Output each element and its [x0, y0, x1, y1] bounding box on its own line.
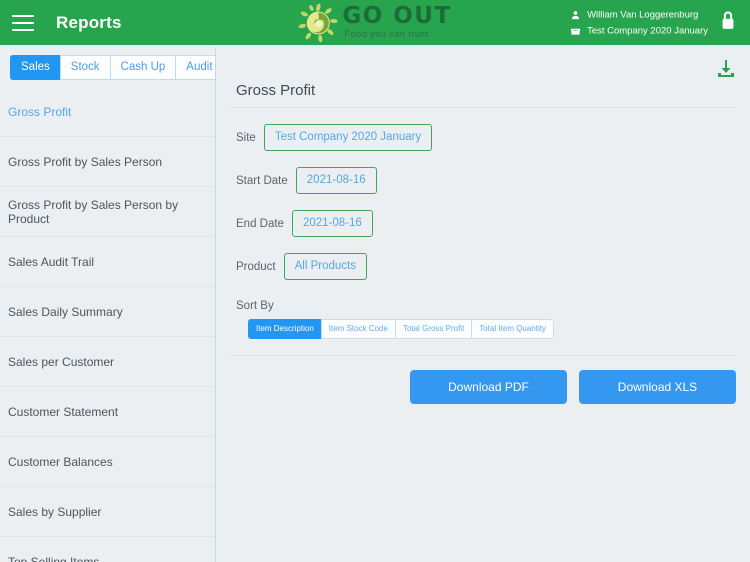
end-date-field[interactable]: 2021-08-16: [291, 210, 373, 237]
sort-option-item-description[interactable]: Item Description: [248, 319, 321, 339]
form-row-end-date: End Date 2021-08-16: [230, 210, 736, 237]
download-icon[interactable]: [714, 57, 738, 86]
sidebar-item-customer-statement[interactable]: Customer Statement: [0, 387, 215, 437]
form-row-product: Product All Products: [230, 253, 736, 280]
report-list: Gross Profit Gross Profit by Sales Perso…: [0, 87, 215, 562]
sort-option-item-stock-code[interactable]: Item Stock Code: [320, 319, 395, 339]
sidebar-item-sales-by-supplier[interactable]: Sales by Supplier: [0, 487, 215, 537]
company-row: Test Company 2020 January: [570, 25, 708, 36]
sort-option-total-gross-profit[interactable]: Total Gross Profit: [394, 319, 472, 339]
sidebar-item-gross-profit-by-sales-person-by-product[interactable]: Gross Profit by Sales Person by Product: [0, 187, 215, 237]
sidebar-item-gross-profit[interactable]: Gross Profit: [0, 87, 215, 137]
tab-audit[interactable]: Audit: [175, 55, 215, 80]
user-name-row: William Van Loggerenburg: [570, 9, 708, 20]
user-name: William Van Loggerenburg: [587, 9, 699, 20]
sidebar-item-customer-balances[interactable]: Customer Balances: [0, 437, 215, 487]
brand-tagline: Food you can trust: [344, 29, 429, 41]
user-icon: [571, 10, 580, 19]
content-panel: Gross Profit Site Test Company 2020 Janu…: [216, 47, 750, 562]
action-buttons: Download PDF Download XLS: [230, 370, 736, 404]
start-date-label: Start Date: [236, 174, 288, 187]
start-date-field[interactable]: 2021-08-16: [295, 167, 377, 194]
sidebar-item-sales-daily-summary[interactable]: Sales Daily Summary: [0, 287, 215, 337]
tab-stock[interactable]: Stock: [59, 55, 110, 80]
brand-name: GO OUT: [342, 3, 452, 30]
page-title: Reports: [56, 12, 122, 32]
lock-icon[interactable]: [718, 8, 738, 37]
company-name: Test Company 2020 January: [587, 25, 708, 36]
section-divider: [230, 355, 736, 356]
hamburger-icon[interactable]: [12, 14, 34, 31]
store-icon: [570, 28, 581, 35]
form-row-start-date: Start Date 2021-08-16: [230, 167, 736, 194]
product-label: Product: [236, 260, 276, 273]
sidebar-item-gross-profit-by-sales-person[interactable]: Gross Profit by Sales Person: [0, 137, 215, 187]
site-label: Site: [236, 131, 256, 144]
sort-by-label: Sort By: [236, 300, 274, 312]
app-header: Reports GO OUT Food you can trust Willia…: [0, 0, 750, 47]
brand-logo: GO OUT Food you can trust: [298, 3, 451, 43]
user-info: William Van Loggerenburg Test Company 20…: [570, 9, 708, 36]
body-wrapper: Sales Stock Cash Up Audit Gross Profit G…: [0, 47, 750, 562]
sidebar-item-sales-audit-trail[interactable]: Sales Audit Trail: [0, 237, 215, 287]
download-xls-button[interactable]: Download XLS: [579, 370, 736, 404]
tab-sales[interactable]: Sales: [10, 55, 60, 80]
panel-title: Gross Profit: [230, 47, 736, 108]
product-field[interactable]: All Products: [283, 253, 367, 280]
form-row-site: Site Test Company 2020 January: [230, 124, 736, 151]
tab-cash-up[interactable]: Cash Up: [109, 55, 176, 80]
report-category-tabs: Sales Stock Cash Up Audit: [0, 47, 215, 87]
sidebar-item-top-selling-items[interactable]: Top Selling Items: [0, 537, 215, 562]
sidebar-item-sales-per-customer[interactable]: Sales per Customer: [0, 337, 215, 387]
site-field[interactable]: Test Company 2020 January: [263, 124, 433, 151]
sort-by-options: Item Description Item Stock Code Total G…: [248, 319, 736, 339]
download-pdf-button[interactable]: Download PDF: [410, 370, 567, 404]
swirl-leaf-logo-icon: [298, 3, 338, 42]
end-date-label: End Date: [236, 217, 284, 230]
sort-by-section: Sort By Item Description Item Stock Code…: [230, 300, 736, 339]
sidebar: Sales Stock Cash Up Audit Gross Profit G…: [0, 47, 216, 562]
sort-option-total-item-quantity[interactable]: Total Item Quantity: [471, 319, 554, 339]
